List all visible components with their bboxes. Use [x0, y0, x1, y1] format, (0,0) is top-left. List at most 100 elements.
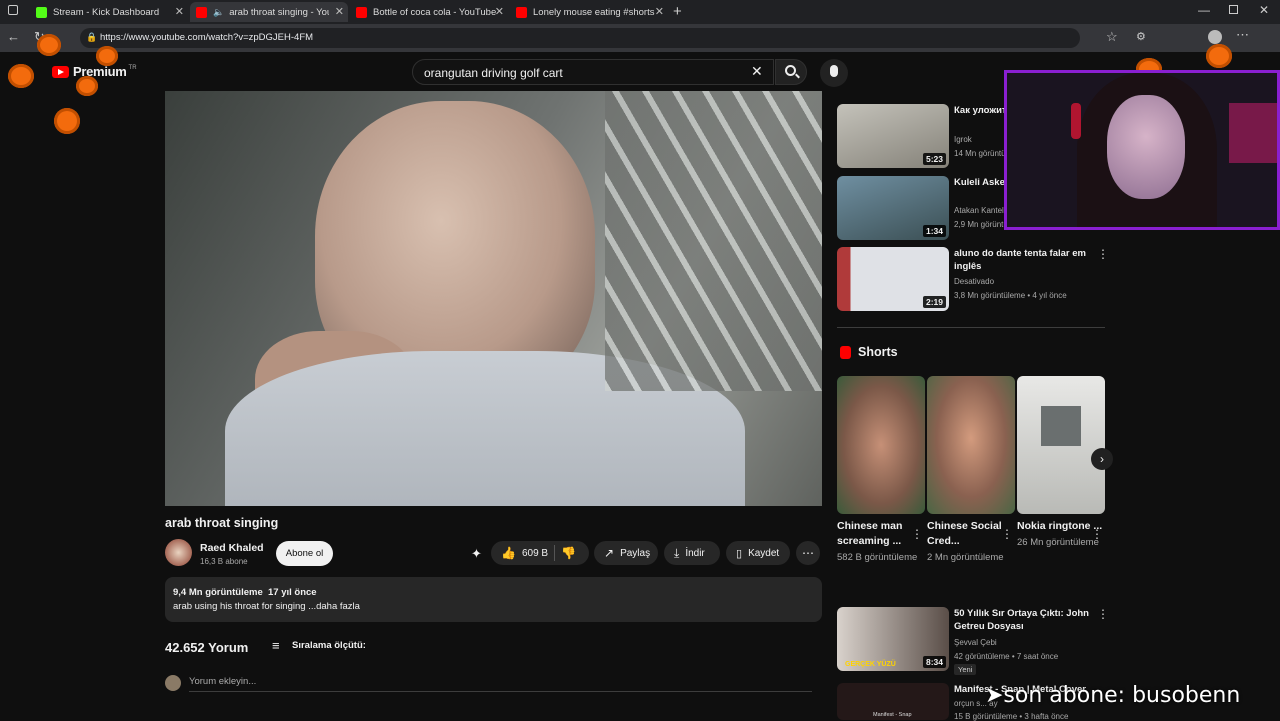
more-options-icon[interactable]: ⋮ — [911, 527, 923, 541]
related-title: 50 Yıllık Sır Ortaya Çıktı: John Getreu … — [954, 608, 1089, 632]
thumb-caption: Manifest - Snap — [873, 712, 912, 718]
voice-search-button[interactable] — [820, 59, 848, 87]
more-options-icon[interactable]: ⋮ — [1097, 607, 1109, 621]
video-thumbnail[interactable]: 5:23 — [837, 104, 949, 168]
shorts-next-button[interactable]: › — [1091, 448, 1113, 470]
video-duration: 8:34 — [922, 656, 946, 668]
lock-icon: 🔒 — [86, 32, 98, 42]
add-comment-input[interactable]: Yorum ekleyin... — [189, 676, 256, 687]
tab-bottle-coca-cola[interactable]: Bottle of coca cola - YouTube ✕ — [350, 2, 508, 22]
close-icon[interactable]: ✕ — [335, 5, 344, 18]
close-icon[interactable]: ✕ — [495, 5, 504, 18]
last-subscriber-overlay: ➤son abone: busobenn — [985, 683, 1241, 708]
video-title: arab throat singing — [165, 516, 279, 530]
channel-avatar[interactable] — [165, 539, 192, 566]
pumpkin-icon — [37, 34, 61, 56]
pumpkin-icon — [8, 64, 34, 88]
kick-icon — [36, 6, 47, 18]
tab-label: Bottle of coca cola - YouTube — [373, 6, 497, 18]
webcam-light — [1229, 103, 1277, 163]
related-channel: Şevval Çebi — [954, 638, 997, 647]
phone-screen — [1041, 406, 1081, 446]
url-text: https://www.youtube.com/watch?v=zpDGJEH-… — [100, 32, 314, 43]
tab-label: Stream - Kick Dashboard — [53, 6, 160, 18]
speaker-icon[interactable]: 🔈 — [213, 7, 224, 18]
profile-avatar[interactable] — [1208, 30, 1222, 44]
extensions-icon[interactable]: ⚙ — [1136, 30, 1146, 43]
short-views: 582 B görüntüleme — [837, 552, 918, 563]
window-menu-icon[interactable] — [8, 5, 18, 15]
related-channel: Igrok — [954, 135, 972, 144]
youtube-icon — [356, 6, 367, 18]
tab-arab-throat-singing[interactable]: 🔈 arab throat singing - YouTub ✕ — [190, 2, 348, 22]
logo-region: TR — [128, 64, 137, 71]
more-icon: ⋯ — [802, 546, 814, 560]
short-thumbnail[interactable] — [1017, 376, 1105, 514]
share-label: Paylaş — [620, 547, 651, 559]
video-thumbnail[interactable]: GERÇEK YÜZÜ 8:34 — [837, 607, 949, 671]
subscriber-count: 16,3 B abone — [200, 557, 248, 566]
browser-tab-bar: Stream - Kick Dashboard ✕ 🔈 arab throat … — [0, 0, 1280, 24]
video-player[interactable] — [165, 91, 822, 506]
related-channel: Atakan Kantel — [954, 206, 1004, 215]
back-icon[interactable]: ← — [7, 29, 20, 44]
save-label: Kaydet — [748, 547, 780, 559]
youtube-icon — [196, 6, 207, 18]
streamer-webcam — [1004, 70, 1280, 230]
close-icon[interactable]: ✕ — [655, 5, 664, 18]
search-button[interactable] — [775, 59, 807, 85]
video-duration: 1:34 — [922, 225, 946, 237]
related-meta: 42 görüntüleme • 7 saat önce — [954, 652, 1059, 661]
sort-label[interactable]: Sıralama ölçütü: — [292, 640, 366, 651]
close-icon[interactable]: ✕ — [175, 5, 184, 18]
comment-input-underline — [189, 691, 812, 692]
thumbs-down-icon[interactable]: 👎 — [561, 546, 576, 560]
webcam-headphones — [1071, 103, 1081, 139]
pumpkin-icon — [96, 46, 118, 66]
like-count: 609 B — [521, 547, 549, 559]
more-options-icon[interactable]: ⋮ — [1091, 527, 1103, 541]
tab-kick-dashboard[interactable]: Stream - Kick Dashboard ✕ — [30, 2, 188, 22]
clear-search-icon[interactable]: ✕ — [751, 63, 763, 80]
minimize-icon[interactable]: — — [1198, 3, 1210, 17]
more-options-icon[interactable]: ⋮ — [1097, 247, 1109, 261]
tab-lonely-mouse[interactable]: Lonely mouse eating #shorts - Yo ✕ — [510, 2, 668, 22]
restore-icon[interactable] — [1229, 5, 1238, 14]
divider — [837, 327, 1105, 328]
short-thumbnail[interactable] — [837, 376, 925, 514]
sparkle-icon[interactable]: ✦ — [471, 546, 482, 562]
share-icon: ↗ — [604, 546, 615, 560]
download-button[interactable]: ⤓ İndir — [664, 541, 720, 565]
more-actions-button[interactable]: ⋯ — [796, 541, 820, 565]
description-text: arab using his throat for singing ...dah… — [173, 601, 360, 612]
description-box[interactable]: 9,4 Mn görüntüleme 17 yıl önce arab usin… — [165, 577, 822, 622]
save-button[interactable]: ▯ Kaydet — [726, 541, 790, 565]
url-input[interactable]: 🔒 https://www.youtube.com/watch?v=zpDGJE… — [80, 28, 1080, 48]
new-badge: Yeni — [954, 664, 977, 675]
related-channel: Desativado — [954, 277, 995, 286]
comment-count: 42.652 Yorum — [165, 640, 249, 655]
video-thumbnail[interactable]: 2:19 — [837, 247, 949, 311]
close-window-icon[interactable]: ✕ — [1259, 3, 1269, 17]
pumpkin-icon — [54, 108, 80, 134]
new-tab-icon[interactable]: + — [673, 3, 682, 20]
like-dislike-pill: 👍 609 B 👎 — [491, 541, 589, 565]
sort-icon[interactable]: ≡ — [272, 638, 280, 653]
share-button[interactable]: ↗ Paylaş — [594, 541, 658, 565]
bookmark-star-icon[interactable]: ☆ — [1106, 29, 1118, 45]
channel-name[interactable]: Raed Khaled — [200, 542, 264, 554]
related-meta: 3,8 Mn görüntüleme • 4 yıl önce — [954, 291, 1067, 300]
more-options-icon[interactable]: ⋮ — [1001, 527, 1013, 541]
download-icon: ⤓ — [674, 545, 680, 560]
youtube-premium-logo[interactable]: Premium TR — [52, 64, 137, 79]
browser-menu-icon[interactable]: ⋯ — [1236, 27, 1249, 43]
search-input[interactable]: orangutan driving golf cart ✕ — [412, 59, 774, 85]
short-thumbnail[interactable] — [927, 376, 1015, 514]
tab-label: Lonely mouse eating #shorts - Yo — [533, 6, 657, 18]
subscribe-label: Abone ol — [285, 548, 324, 559]
short-views: 2 Mn görüntüleme — [927, 552, 1004, 563]
video-thumbnail[interactable]: 1:34 — [837, 176, 949, 240]
subscribe-button[interactable]: Abone ol — [276, 541, 333, 566]
like-button[interactable]: 👍 609 B — [501, 546, 548, 560]
video-thumbnail[interactable]: Manifest - Snap — [837, 683, 949, 720]
